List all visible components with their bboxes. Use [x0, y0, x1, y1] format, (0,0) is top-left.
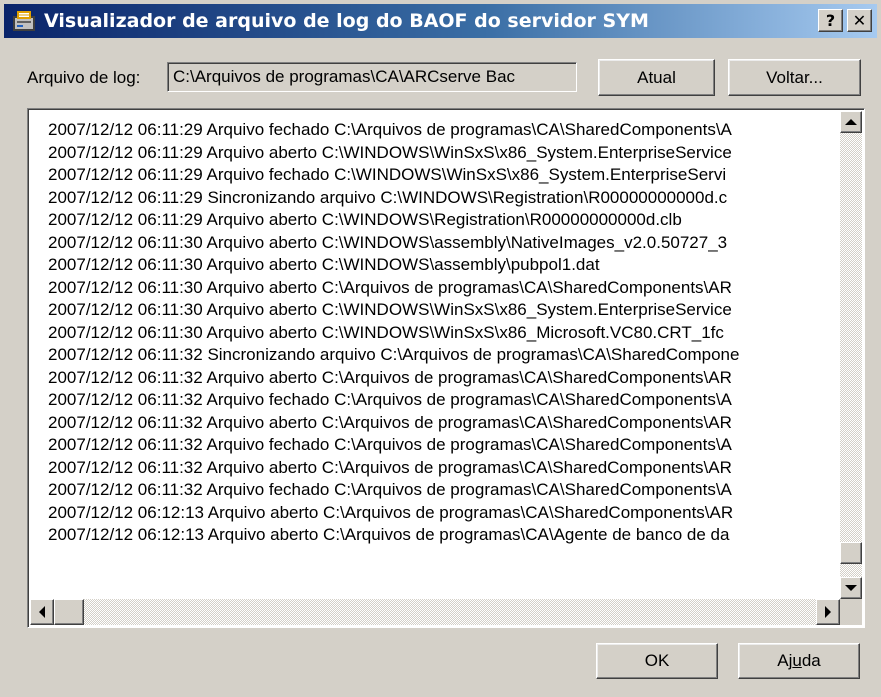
- close-icon: ✕: [852, 11, 867, 30]
- log-file-path-field[interactable]: C:\Arquivos de programas\CA\ARCserve Bac: [167, 62, 577, 92]
- log-line[interactable]: 2007/12/12 06:11:29 Sincronizando arquiv…: [48, 187, 842, 210]
- log-line[interactable]: 2007/12/12 06:12:13 Arquivo aberto C:\Ar…: [48, 502, 842, 525]
- log-file-label: Arquivo de log:: [27, 68, 141, 87]
- log-lines: 2007/12/12 06:11:29 Arquivo fechado C:\A…: [30, 111, 842, 599]
- help-icon: ?: [825, 11, 836, 30]
- title-bar[interactable]: Visualizador de arquivo de log do BAOF d…: [4, 4, 877, 38]
- arrow-right-icon: [825, 606, 831, 618]
- scroll-right-button[interactable]: [816, 599, 840, 625]
- arrow-up-icon: [845, 119, 857, 125]
- arrow-down-icon: [845, 585, 857, 591]
- scroll-up-button[interactable]: [840, 111, 862, 133]
- scrollbar-corner: [840, 599, 862, 625]
- log-line[interactable]: 2007/12/12 06:11:32 Arquivo aberto C:\Ar…: [48, 367, 842, 390]
- log-line[interactable]: 2007/12/12 06:11:29 Arquivo fechado C:\W…: [48, 164, 842, 187]
- log-viewer-app-icon: [13, 11, 35, 31]
- scroll-left-button[interactable]: [30, 599, 54, 625]
- log-line[interactable]: 2007/12/12 06:12:13 Arquivo aberto C:\Ar…: [48, 524, 842, 547]
- log-list[interactable]: 2007/12/12 06:11:29 Arquivo fechado C:\A…: [27, 108, 865, 628]
- window-title: Visualizador de arquivo de log do BAOF d…: [44, 10, 649, 32]
- arrow-left-icon: [39, 606, 45, 618]
- log-line[interactable]: 2007/12/12 06:11:29 Arquivo aberto C:\WI…: [48, 209, 842, 232]
- log-line[interactable]: 2007/12/12 06:11:30 Arquivo aberto C:\WI…: [48, 322, 842, 345]
- log-line[interactable]: 2007/12/12 06:11:32 Arquivo fechado C:\A…: [48, 434, 842, 457]
- help-button[interactable]: Ajuda: [738, 643, 860, 679]
- log-line[interactable]: 2007/12/12 06:11:32 Arquivo fechado C:\A…: [48, 479, 842, 502]
- log-line[interactable]: 2007/12/12 06:11:32 Arquivo aberto C:\Ar…: [48, 412, 842, 435]
- close-button[interactable]: ✕: [847, 9, 872, 32]
- log-line[interactable]: 2007/12/12 06:11:32 Sincronizando arquiv…: [48, 344, 842, 367]
- log-line[interactable]: 2007/12/12 06:11:30 Arquivo aberto C:\WI…: [48, 254, 842, 277]
- log-line[interactable]: 2007/12/12 06:11:32 Arquivo fechado C:\A…: [48, 389, 842, 412]
- help-button-label: Ajuda: [777, 651, 821, 670]
- log-line[interactable]: 2007/12/12 06:11:30 Arquivo aberto C:\Ar…: [48, 277, 842, 300]
- log-line[interactable]: 2007/12/12 06:11:29 Arquivo aberto C:\WI…: [48, 142, 842, 165]
- log-viewer-dialog: Visualizador de arquivo de log do BAOF d…: [0, 0, 881, 697]
- horizontal-scroll-thumb[interactable]: [54, 599, 84, 625]
- log-line[interactable]: 2007/12/12 06:11:30 Arquivo aberto C:\WI…: [48, 299, 842, 322]
- refresh-button[interactable]: Atual: [598, 59, 715, 96]
- log-line[interactable]: 2007/12/12 06:11:30 Arquivo aberto C:\WI…: [48, 232, 842, 255]
- scroll-down-button[interactable]: [840, 577, 862, 599]
- vertical-scroll-thumb[interactable]: [840, 542, 862, 565]
- help-caption-button[interactable]: ?: [818, 9, 843, 32]
- horizontal-scrollbar[interactable]: [30, 599, 840, 625]
- log-line[interactable]: 2007/12/12 06:11:32 Arquivo aberto C:\Ar…: [48, 457, 842, 480]
- log-line[interactable]: 2007/12/12 06:11:29 Arquivo fechado C:\A…: [48, 119, 842, 142]
- ok-button[interactable]: OK: [596, 643, 718, 679]
- back-button[interactable]: Voltar...: [728, 59, 861, 96]
- vertical-scrollbar[interactable]: [840, 111, 862, 599]
